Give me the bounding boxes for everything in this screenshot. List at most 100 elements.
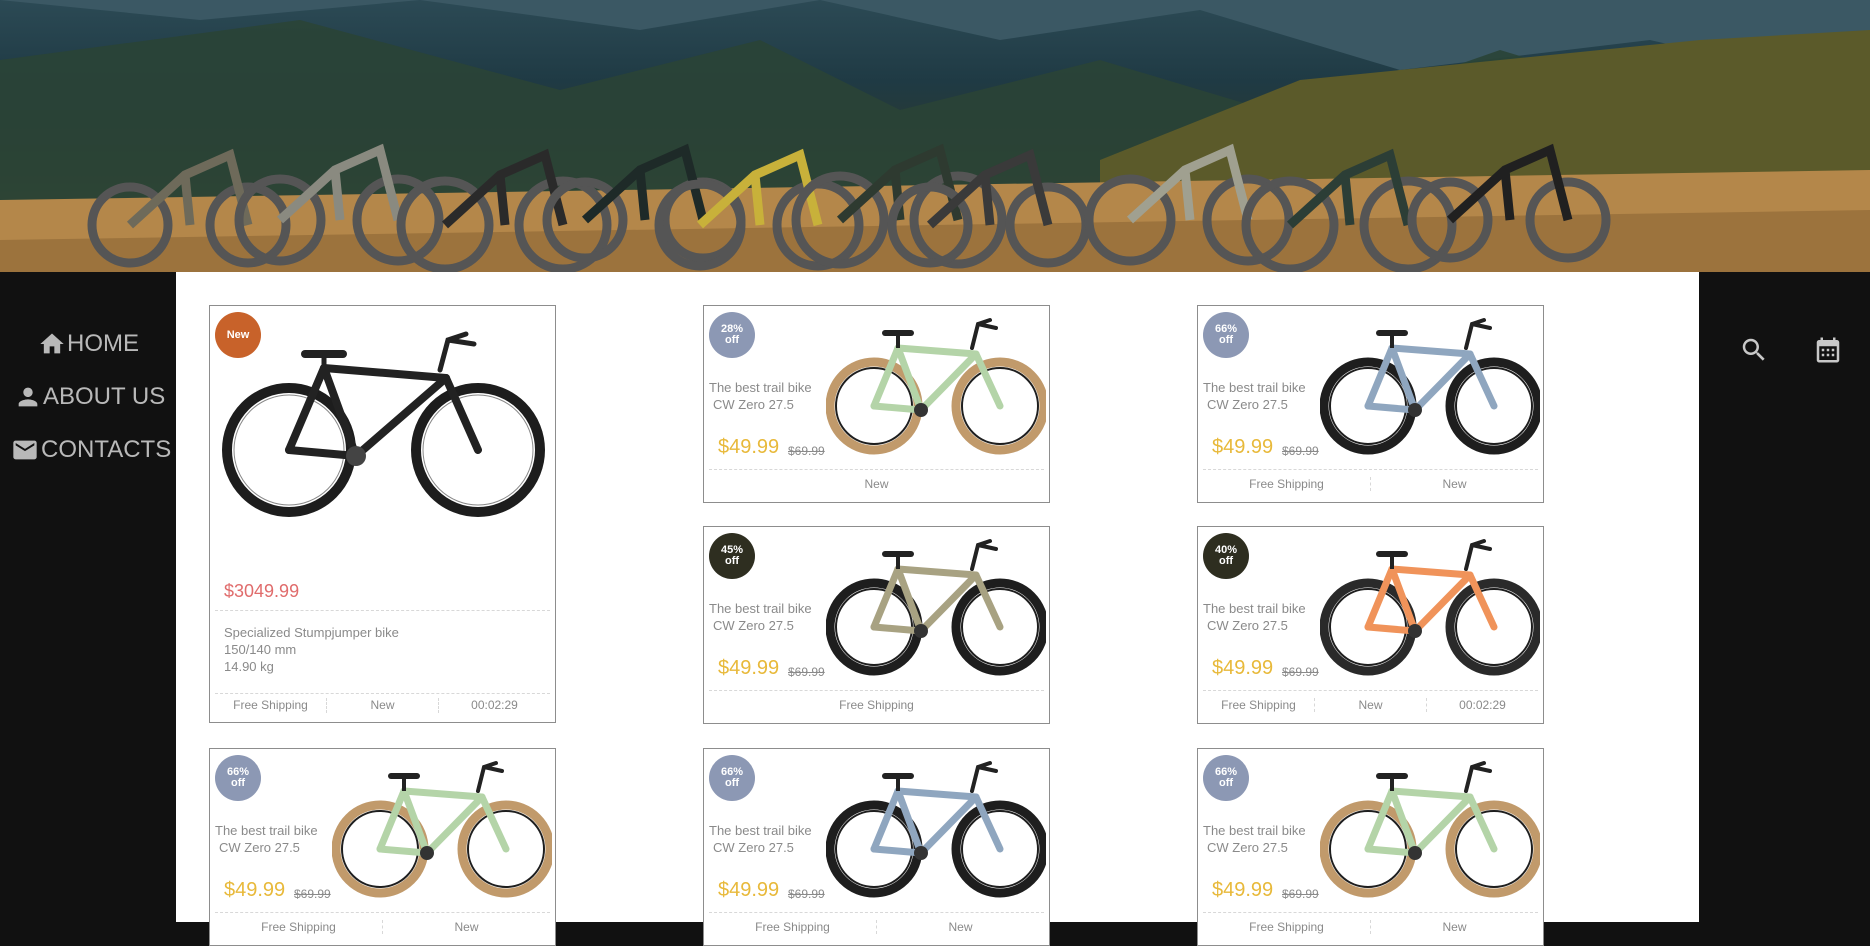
product-footer: Free Shipping: [709, 690, 1044, 712]
discount-badge: 66% off: [215, 755, 261, 801]
product-title-line: The best trail bike: [1203, 823, 1306, 838]
hero-bike: [396, 148, 612, 272]
product-grid: New $3049.99 Specialized Stumpjumper bik…: [176, 272, 1699, 946]
product-footer: Free Shipping New: [215, 912, 550, 934]
countdown-timer: 00:02:29: [438, 698, 550, 713]
product-model: CW Zero 27.5: [1207, 618, 1288, 633]
free-shipping-tag: Free Shipping: [839, 698, 914, 712]
discount-off: off: [724, 555, 740, 567]
product-footer: Free Shipping New: [1203, 912, 1538, 934]
product-card[interactable]: 66% off The best trail bike CW Zero 27.5…: [703, 748, 1050, 946]
bike-image: [332, 761, 552, 898]
product-title-line: The best trail bike: [1203, 601, 1306, 616]
discount-badge: 66% off: [709, 755, 755, 801]
free-shipping-tag: Free Shipping: [755, 920, 830, 934]
bike-image: [1320, 318, 1540, 455]
featured-price: $3049.99: [224, 581, 300, 601]
sale-price: $49.99: [718, 657, 780, 679]
search-icon: [1742, 338, 1765, 361]
featured-footer: Free Shipping New 00:02:29: [215, 693, 550, 713]
discount-badge: 28% off: [709, 312, 755, 358]
product-title-line: The best trail bike: [709, 823, 812, 838]
right-sidebar: [1699, 272, 1870, 922]
product-model: CW Zero 27.5: [713, 618, 794, 633]
00-02-29-tag: 00:02:29: [1426, 698, 1538, 712]
product-title: The best trail bike CW Zero 27.5: [1203, 379, 1306, 413]
product-title: The best trail bike CW Zero 27.5: [215, 822, 318, 856]
nav-contacts[interactable]: CONTACTS: [9, 436, 171, 464]
spec-line: 14.90 kg: [224, 659, 274, 674]
new-tag: New: [382, 920, 550, 934]
spec-line: 150/140 mm: [224, 642, 297, 657]
new-tag: New: [1314, 698, 1426, 712]
product-card[interactable]: 45% off The best trail bike CW Zero 27.5…: [703, 526, 1050, 724]
discount-badge: 66% off: [1203, 755, 1249, 801]
hero-banner: [0, 0, 1870, 272]
product-model: CW Zero 27.5: [219, 840, 300, 855]
free-shipping-tag: Free Shipping: [1249, 477, 1324, 491]
original-price: $69.99: [788, 444, 825, 458]
new-tag: New: [1370, 920, 1538, 934]
nav-contacts-label: CONTACTS: [41, 436, 172, 463]
hero-bike: [87, 148, 291, 268]
product-footer: New: [709, 469, 1044, 491]
search-button[interactable]: [1739, 335, 1769, 370]
discount-off: off: [724, 334, 740, 346]
product-model: CW Zero 27.5: [713, 397, 794, 412]
person-icon: [18, 387, 38, 407]
nav-about-us-label: ABOUT US: [43, 383, 166, 410]
featured-bike-image: [222, 331, 545, 517]
bike-image: [826, 318, 1046, 455]
product-model: CW Zero 27.5: [713, 840, 794, 855]
new-tag: New: [864, 477, 889, 491]
product-card[interactable]: 40% off The best trail bike CW Zero 27.5…: [1197, 526, 1544, 724]
free-shipping-tag: Free Shipping: [1221, 698, 1296, 712]
discount-badge: 66% off: [1203, 312, 1249, 358]
discount-off: off: [724, 777, 740, 789]
new-tag: New: [326, 698, 438, 713]
product-title-line: The best trail bike: [709, 601, 812, 616]
discount-badge: 40% off: [1203, 533, 1249, 579]
product-card[interactable]: 28% off The best trail bike CW Zero 27.5…: [703, 305, 1050, 503]
nav-home[interactable]: HOME: [37, 330, 139, 358]
home-icon: [40, 333, 64, 354]
calendar-button[interactable]: [1813, 334, 1843, 371]
product-title-line: The best trail bike: [709, 380, 812, 395]
product-title: The best trail bike CW Zero 27.5: [709, 600, 812, 634]
product-footer: Free Shipping New: [1203, 469, 1538, 491]
new-tag: New: [1370, 477, 1538, 491]
product-model: CW Zero 27.5: [1207, 397, 1288, 412]
discount-badge: 45% off: [709, 533, 755, 579]
featured-product-card[interactable]: New $3049.99 Specialized Stumpjumper bik…: [209, 305, 556, 723]
bike-image: [1320, 761, 1540, 898]
calendar-icon: [1816, 337, 1840, 363]
product-card[interactable]: 66% off The best trail bike CW Zero 27.5…: [1197, 305, 1544, 503]
discount-off: off: [1218, 555, 1234, 567]
product-title: The best trail bike CW Zero 27.5: [709, 379, 812, 413]
original-price: $69.99: [788, 887, 825, 901]
sale-price: $49.99: [718, 879, 780, 901]
hero-bikes-illustration: [87, 143, 1611, 272]
product-title-line: The best trail bike: [215, 823, 318, 838]
product-card[interactable]: 66% off The best trail bike CW Zero 27.5…: [209, 748, 556, 946]
product-card[interactable]: 66% off The best trail bike CW Zero 27.5…: [1197, 748, 1544, 946]
product-title: The best trail bike CW Zero 27.5: [1203, 600, 1306, 634]
hero-bike: [1084, 143, 1294, 266]
product-title-line: The best trail bike: [1203, 380, 1306, 395]
featured-specs: Specialized Stumpjumper bike 150/140 mm …: [224, 624, 399, 675]
original-price: $69.99: [788, 665, 825, 679]
hero-bike: [542, 143, 746, 263]
divider: [215, 610, 550, 611]
sale-price: $49.99: [224, 879, 286, 901]
nav-about-us[interactable]: ABOUT US: [13, 383, 165, 411]
mail-icon: [13, 440, 37, 460]
sale-price: $49.99: [1212, 657, 1274, 679]
bike-image: [1320, 539, 1540, 676]
product-model: CW Zero 27.5: [1207, 840, 1288, 855]
product-footer: Free Shipping New 00:02:29: [1203, 690, 1538, 712]
original-price: $69.99: [294, 887, 331, 901]
hero-bike: [1407, 143, 1611, 263]
bike-image: [826, 539, 1046, 676]
discount-off: off: [1218, 334, 1234, 346]
original-price: $69.99: [1282, 665, 1319, 679]
